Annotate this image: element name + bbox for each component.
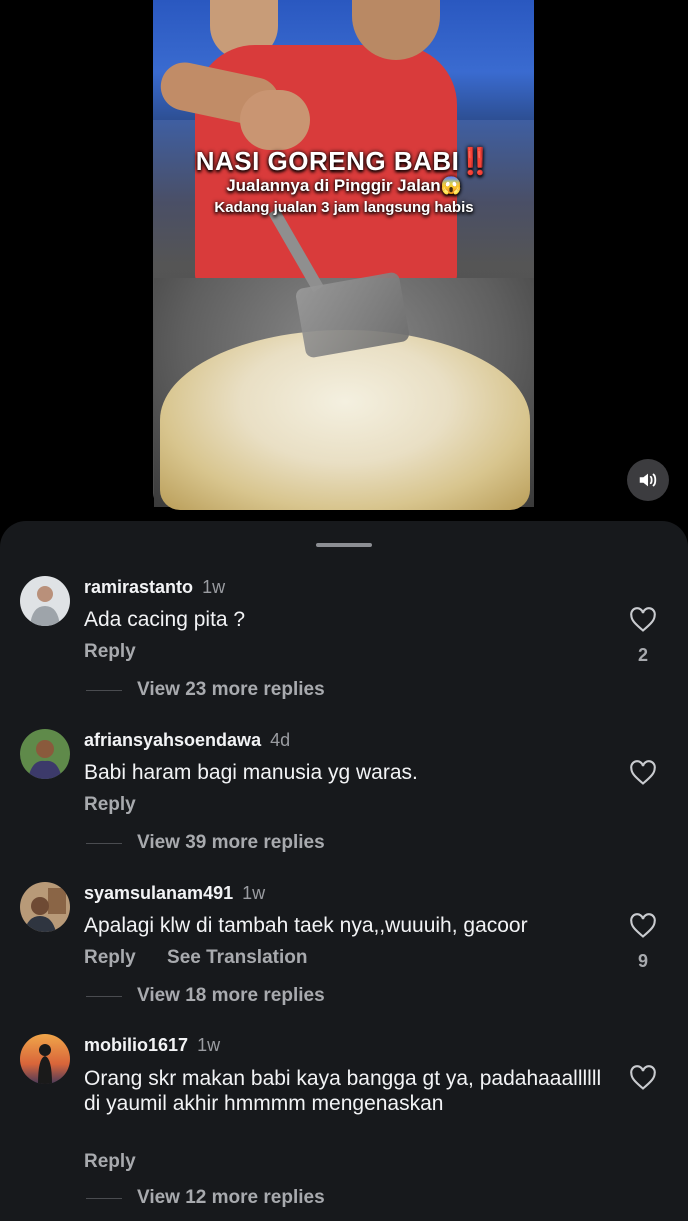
view-replies-label: View 39 more replies [137, 832, 325, 853]
video-title: NASI GORENG BABI‼️ [195, 146, 493, 176]
view-replies-label: View 23 more replies [137, 679, 325, 700]
heart-icon [630, 760, 656, 785]
avatar[interactable] [20, 1034, 70, 1084]
username[interactable]: syamsulanam491 [84, 883, 233, 903]
heart-icon [630, 607, 656, 632]
avatar[interactable] [20, 729, 70, 779]
view-replies-button[interactable]: View 39 more replies [86, 832, 325, 854]
like-button[interactable] [626, 913, 660, 944]
comment-actions: Reply [84, 1151, 162, 1173]
comment-text: Apalagi klw di tambah taek nya,,wuuuih, … [84, 914, 528, 937]
view-replies-label: View 12 more replies [137, 1187, 325, 1208]
sheet-grabber-handle[interactable] [316, 543, 372, 547]
fried-rice [160, 330, 530, 510]
timestamp: 1w [197, 1035, 221, 1055]
like-button[interactable] [626, 760, 660, 791]
avatar[interactable] [20, 576, 70, 626]
replies-divider-line [86, 995, 122, 997]
comment-meta: afriansyahsoendawa 4d [84, 730, 290, 751]
comment-text: Ada cacing pita ? [84, 608, 246, 631]
comment-meta: mobilio1617 1w [84, 1035, 220, 1056]
comment-actions: Reply [84, 641, 162, 663]
avatar[interactable] [20, 882, 70, 932]
reply-button[interactable]: Reply [84, 947, 136, 968]
view-replies-label: View 18 more replies [137, 985, 325, 1006]
like-button[interactable] [626, 1065, 660, 1096]
video-caption-line-2: Jualannya di Pinggir Jalan😱 [226, 176, 462, 195]
username[interactable]: afriansyahsoendawa [84, 730, 261, 750]
reply-button[interactable]: Reply [84, 1151, 136, 1172]
comment-meta: syamsulanam491 1w [84, 883, 265, 904]
sound-toggle-button[interactable] [627, 459, 669, 501]
reply-button[interactable]: Reply [84, 794, 136, 815]
timestamp: 1w [242, 883, 266, 903]
replies-divider-line [86, 689, 122, 691]
comment-actions: Reply [84, 794, 162, 816]
replies-divider-line [86, 842, 122, 844]
heart-icon [630, 913, 656, 938]
view-replies-button[interactable]: View 23 more replies [86, 679, 325, 701]
heart-icon [630, 1065, 656, 1090]
username[interactable]: mobilio1617 [84, 1035, 188, 1055]
comment-text: Orang skr makan babi kaya bangga gt ya, … [84, 1067, 602, 1115]
view-replies-button[interactable]: View 18 more replies [86, 985, 325, 1007]
timestamp: 4d [270, 730, 291, 750]
see-translation-button[interactable]: See Translation [167, 947, 307, 968]
timestamp: 1w [202, 577, 226, 597]
cook-hand [240, 90, 310, 150]
comment-text: Babi haram bagi manusia yg waras. [84, 761, 418, 784]
username[interactable]: ramirastanto [84, 577, 193, 597]
speaker-icon [639, 473, 657, 487]
like-button[interactable] [626, 607, 660, 638]
comment-actions: Reply See Translation [84, 947, 333, 969]
comments-sheet: ramirastanto 1w Ada cacing pita ? Reply … [0, 521, 688, 1221]
like-count: 2 [637, 645, 648, 665]
view-replies-button[interactable]: View 12 more replies [86, 1187, 325, 1209]
like-count: 9 [637, 951, 648, 971]
comment-meta: ramirastanto 1w [84, 577, 225, 598]
replies-divider-line [86, 1197, 122, 1199]
reply-button[interactable]: Reply [84, 641, 136, 662]
video-caption-line-3: Kadang jualan 3 jam langsung habis [214, 199, 474, 216]
